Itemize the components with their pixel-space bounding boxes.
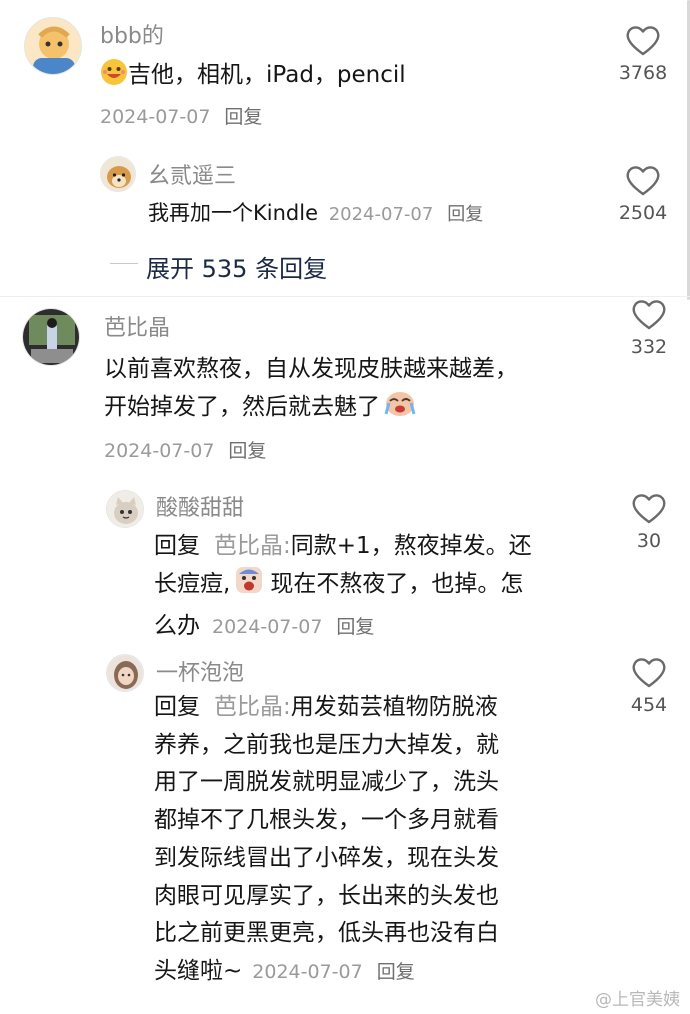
- heart-outline-icon: [632, 494, 666, 524]
- avatar[interactable]: [24, 17, 82, 75]
- like-button[interactable]: 332: [614, 298, 684, 358]
- reply-text-line: 头缝啦~ 2024-07-07 回复: [154, 953, 499, 992]
- reply-text-line: 都掉不了几根头发，一个多月就看: [154, 807, 499, 834]
- avatar-cat-image: [107, 491, 143, 527]
- avatar[interactable]: [100, 156, 136, 192]
- avatar[interactable]: [22, 308, 80, 366]
- reply-button[interactable]: 回复: [447, 204, 483, 225]
- reply-button[interactable]: 回复: [228, 440, 266, 462]
- comment-body: 现在不熬夜了，也掉。怎: [270, 571, 524, 597]
- reply-button[interactable]: 回复: [377, 961, 415, 983]
- heart-outline-icon: [632, 658, 666, 688]
- comment-body: 用发茹芸植物防脱液: [290, 694, 498, 720]
- mention-link[interactable]: 芭比晶:: [214, 533, 291, 559]
- comment-date: 2024-07-07: [104, 440, 215, 462]
- like-button[interactable]: 30: [614, 492, 684, 552]
- like-count: 2504: [618, 202, 668, 224]
- username[interactable]: 酸酸甜甜: [156, 490, 244, 522]
- comment-meta: 2024-07-07 回复: [100, 102, 262, 129]
- comment-text-line: 以前喜欢熬夜，自从发现皮肤越来越差，: [104, 356, 518, 382]
- grinning-face-emoji: [100, 58, 128, 96]
- divider: [0, 296, 690, 297]
- username[interactable]: 幺贰遥三: [148, 158, 236, 190]
- comment-body: 开始掉发了，然后就去魅了: [104, 394, 380, 420]
- reply-button[interactable]: 回复: [336, 616, 374, 638]
- expand-divider: [110, 263, 138, 264]
- reply-text-line: 回复 芭比晶:用发茹芸植物防脱液: [154, 689, 499, 727]
- reply-prefix: 回复: [154, 694, 200, 720]
- loudly-crying-face-emoji: [384, 388, 416, 430]
- comment-date: 2024-07-07: [212, 616, 323, 638]
- reply-text: 回复 芭比晶:用发茹芸植物防脱液 养养，之前我也是压力大掉发，就 用了一周脱发就明…: [154, 689, 499, 992]
- reply-text-line: 回复 芭比晶:同款+1，熬夜掉发。还: [154, 527, 532, 565]
- avatar-photo-image: [23, 309, 79, 365]
- angry-scream-emoji: [234, 565, 264, 607]
- comment-body: 我再加一个Kindle: [148, 201, 318, 225]
- username[interactable]: bbb的: [100, 18, 164, 50]
- comment-date: 2024-07-07: [100, 106, 211, 128]
- reply-text-line: 我再加一个Kindle 2024-07-07 回复: [148, 198, 483, 228]
- comment-text: 吉他，相机，iPad，pencil: [100, 58, 406, 96]
- comment-body: 同款+1，熬夜掉发。还: [290, 533, 532, 559]
- reply-text-line: 到发际线冒出了小碎发，现在头发: [154, 844, 499, 871]
- heart-outline-icon: [632, 300, 666, 330]
- reply-text-line: 养养，之前我也是压力大掉发，就: [154, 731, 499, 758]
- watermark: @上官美姨: [595, 990, 680, 1010]
- like-count: 3768: [618, 62, 668, 84]
- comment-body: 么办: [154, 613, 200, 639]
- avatar-girl-image: [107, 655, 143, 691]
- avatar-cartoon-image: [25, 18, 81, 74]
- username[interactable]: 一杯泡泡: [156, 655, 244, 687]
- like-count: 332: [630, 336, 668, 358]
- reply-text-line: 长痘痘, 现在不熬夜了，也掉。怎: [154, 565, 532, 607]
- avatar[interactable]: [106, 654, 144, 692]
- expand-replies-button[interactable]: 展开 535 条回复: [146, 249, 327, 284]
- avatar-dog-image: [101, 157, 135, 191]
- comment-body: 吉他，相机，iPad，pencil: [128, 62, 406, 88]
- reply-text-line: 比之前更黑更亮，低头再也没有白: [154, 920, 499, 947]
- like-button[interactable]: 3768: [608, 24, 678, 84]
- like-count: 454: [630, 694, 668, 716]
- mention-link[interactable]: 芭比晶:: [214, 694, 291, 720]
- comment-text: 以前喜欢熬夜，自从发现皮肤越来越差， 开始掉发了，然后就去魅了: [104, 350, 518, 430]
- heart-outline-icon: [626, 166, 660, 196]
- like-button[interactable]: 2504: [608, 164, 678, 224]
- reply-text-line: 肉眼可见厚实了，长出来的头发也: [154, 882, 499, 909]
- avatar[interactable]: [106, 490, 144, 528]
- reply-button[interactable]: 回复: [224, 106, 262, 128]
- like-button[interactable]: 454: [614, 656, 684, 716]
- heart-outline-icon: [626, 26, 660, 56]
- reply-text-line: 用了一周脱发就明显减少了，洗头: [154, 769, 499, 796]
- comment-text-line: 开始掉发了，然后就去魅了: [104, 388, 518, 430]
- comment-date: 2024-07-07: [328, 204, 434, 225]
- reply-text-line: 么办 2024-07-07 回复: [154, 607, 532, 646]
- username[interactable]: 芭比晶: [104, 310, 170, 342]
- reply-prefix: 回复: [154, 533, 200, 559]
- reply-text: 回复 芭比晶:同款+1，熬夜掉发。还 长痘痘, 现在不熬夜了，也掉。怎 么办 202…: [154, 527, 532, 646]
- comment-body: 头缝啦~: [154, 957, 243, 984]
- comment-body: 长痘痘,: [154, 571, 231, 597]
- comment-meta: 2024-07-07 回复: [104, 436, 266, 463]
- like-count: 30: [636, 530, 662, 552]
- comment-date: 2024-07-07: [252, 960, 363, 983]
